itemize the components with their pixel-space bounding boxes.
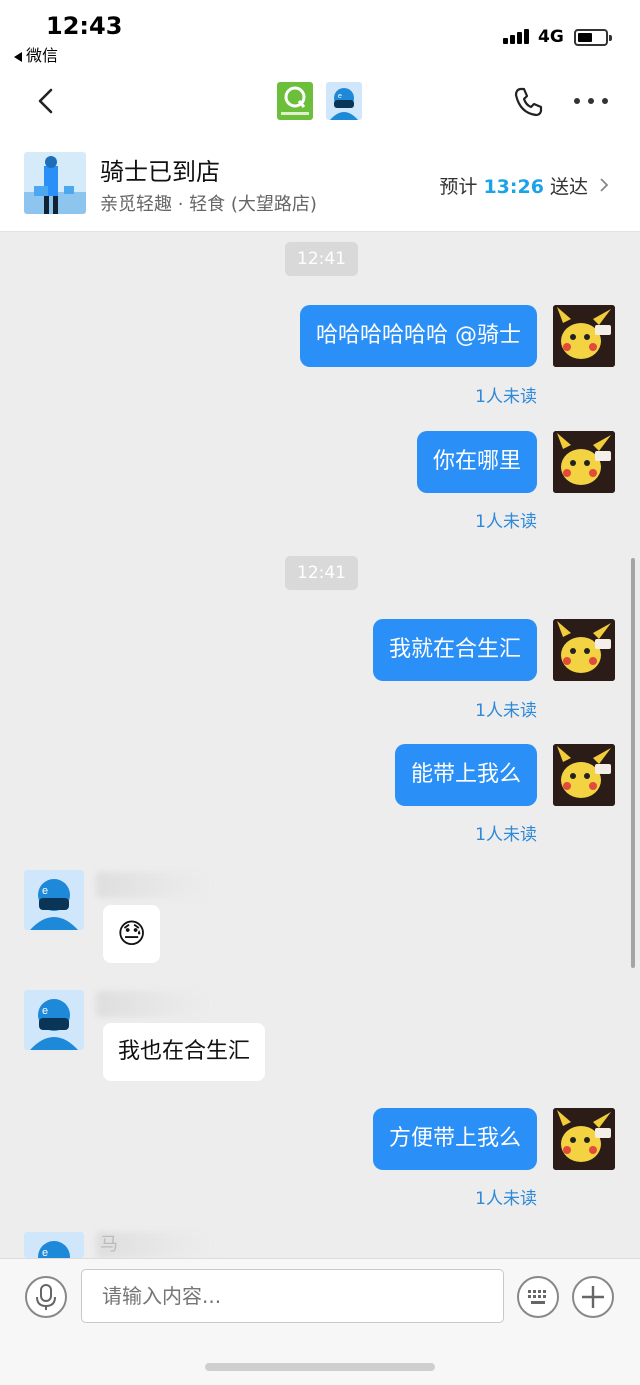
svg-text:e: e bbox=[42, 1005, 48, 1017]
chevron-left-icon[interactable] bbox=[34, 88, 60, 114]
back-app-label: 微信 bbox=[26, 46, 59, 65]
more-dots-icon[interactable] bbox=[574, 98, 608, 106]
eta-time: 13:26 bbox=[483, 176, 544, 198]
message-input[interactable] bbox=[81, 1269, 504, 1323]
rider-avatar[interactable]: e bbox=[24, 1232, 84, 1258]
unread-status: 1人未读 bbox=[475, 701, 537, 721]
order-status-card[interactable]: 骑士已到店 亲觅轻趣 · 轻食 (大望路店) 预计 13:26 送达 bbox=[0, 134, 640, 232]
message-bubble-received[interactable]: 我也在合生汇 bbox=[103, 1023, 266, 1081]
chat-nav-bar: e bbox=[0, 72, 640, 197]
keyboard-button[interactable] bbox=[517, 1276, 559, 1318]
signal-icon bbox=[503, 28, 533, 44]
pikachu-avatar-icon bbox=[553, 305, 615, 367]
status-time: 12:43 bbox=[46, 12, 123, 40]
shop-name: 亲觅轻趣 · 轻食 (大望路店) bbox=[100, 194, 317, 215]
chat-scrollbar[interactable] bbox=[631, 558, 635, 968]
svg-text:e: e bbox=[42, 885, 48, 897]
battery-icon bbox=[574, 29, 612, 46]
pikachu-avatar-icon bbox=[553, 619, 615, 681]
message-bubble-sent[interactable]: 你在哪里 bbox=[416, 431, 537, 493]
pikachu-avatar-icon bbox=[553, 1108, 615, 1170]
rider-name-blurred bbox=[96, 991, 216, 1017]
unread-status: 1人未读 bbox=[475, 825, 537, 845]
unread-status: 1人未读 bbox=[475, 512, 537, 532]
rider-avatar-icon: e bbox=[38, 1241, 70, 1258]
unread-status: 1人未读 bbox=[475, 387, 537, 407]
svg-text:e: e bbox=[338, 93, 342, 100]
rider-avatar-icon: e bbox=[30, 879, 78, 930]
back-triangle-icon bbox=[14, 51, 22, 62]
user-avatar[interactable] bbox=[553, 1108, 615, 1170]
message-bubble-received[interactable]: 😓 bbox=[103, 905, 161, 963]
rider-avatar[interactable]: e bbox=[24, 870, 84, 930]
rider-avatar-icon: e bbox=[330, 88, 358, 120]
pikachu-avatar-icon bbox=[553, 431, 615, 493]
unread-status: 1人未读 bbox=[475, 1189, 537, 1209]
message-bubble-sent[interactable]: 哈哈哈哈哈哈 @骑士 bbox=[300, 305, 537, 367]
plus-icon bbox=[582, 1286, 604, 1308]
chevron-right-icon bbox=[600, 178, 609, 192]
svg-text:e: e bbox=[42, 1247, 48, 1258]
microphone-icon bbox=[36, 1284, 56, 1310]
timestamp: 12:41 bbox=[285, 556, 358, 590]
voice-button[interactable] bbox=[25, 1276, 67, 1318]
eta-text: 预计 13:26 送达 bbox=[439, 172, 588, 199]
rider-arrived-illustration bbox=[24, 152, 86, 214]
pikachu-avatar-icon bbox=[553, 744, 615, 806]
rider-name-partial: 马 bbox=[100, 1234, 118, 1255]
user-avatar[interactable] bbox=[553, 431, 615, 493]
eta-suffix: 送达 bbox=[549, 176, 588, 198]
status-bar: 12:43 微信 4G bbox=[0, 0, 640, 72]
phone-icon[interactable] bbox=[512, 86, 544, 118]
back-to-wechat-link[interactable]: 微信 bbox=[14, 42, 58, 66]
order-status-title: 骑士已到店 bbox=[100, 158, 220, 186]
rider-avatar[interactable]: e bbox=[24, 990, 84, 1050]
add-button[interactable] bbox=[572, 1276, 614, 1318]
shop-avatar[interactable] bbox=[277, 82, 313, 120]
shop-logo-icon bbox=[281, 86, 309, 115]
message-bubble-sent[interactable]: 我就在合生汇 bbox=[372, 619, 537, 681]
eta-prefix: 预计 bbox=[439, 176, 478, 198]
rider-avatar-header[interactable]: e bbox=[326, 82, 362, 120]
message-bubble-sent[interactable]: 能带上我么 bbox=[394, 744, 537, 806]
keyboard-icon bbox=[528, 1290, 546, 1304]
user-avatar[interactable] bbox=[553, 744, 615, 806]
rider-name-blurred bbox=[96, 872, 216, 898]
message-bubble-sent[interactable]: 方便带上我么 bbox=[372, 1108, 537, 1170]
user-avatar[interactable] bbox=[553, 619, 615, 681]
rider-avatar-icon: e bbox=[30, 999, 78, 1050]
timestamp: 12:41 bbox=[285, 242, 358, 276]
user-avatar[interactable] bbox=[553, 305, 615, 367]
home-indicator[interactable] bbox=[205, 1363, 435, 1371]
network-type: 4G bbox=[538, 27, 564, 47]
